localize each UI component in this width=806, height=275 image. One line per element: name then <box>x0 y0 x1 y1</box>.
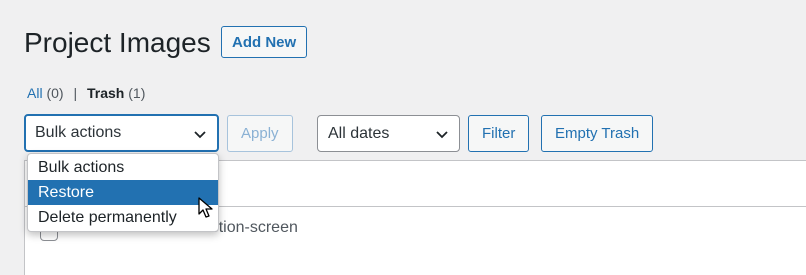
apply-button[interactable]: Apply <box>227 115 293 152</box>
page-title: Project Images <box>24 27 211 58</box>
dates-select[interactable]: All dates <box>317 115 460 152</box>
view-filters: All (0) | Trash (1) <box>27 83 145 103</box>
dates-value: All dates <box>328 125 390 142</box>
option-delete-permanently[interactable]: Delete permanently <box>28 205 218 230</box>
bulk-actions-dropdown: Bulk actions Restore Delete permanently <box>27 153 219 232</box>
chevron-down-icon <box>194 131 206 139</box>
bulk-actions-select[interactable]: Bulk actions <box>24 114 219 152</box>
option-bulk-actions[interactable]: Bulk actions <box>28 155 218 180</box>
admin-page: Project Images Add New All (0) | Trash (… <box>0 0 806 275</box>
filter-button[interactable]: Filter <box>468 115 530 152</box>
add-new-button[interactable]: Add New <box>221 26 308 58</box>
option-restore[interactable]: Restore <box>28 180 218 205</box>
view-separator: | <box>73 85 78 101</box>
view-trash-count: (1) <box>128 85 146 101</box>
view-all-link[interactable]: All <box>27 85 43 101</box>
bulk-actions-value: Bulk actions <box>35 124 122 141</box>
view-all-count: (0) <box>46 85 64 101</box>
chevron-down-icon <box>436 131 448 139</box>
empty-trash-button[interactable]: Empty Trash <box>541 115 654 152</box>
mouse-pointer-icon <box>198 197 213 218</box>
view-trash-link[interactable]: Trash <box>87 85 124 101</box>
